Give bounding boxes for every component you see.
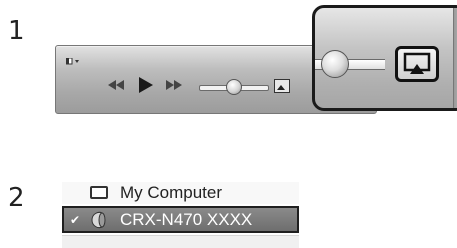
step-number-2: 2 — [8, 183, 25, 213]
speaker-list: My Computer ✔ CRX-N470 XXXX — [62, 182, 299, 248]
speaker-item-partial — [62, 235, 299, 248]
speaker-icon — [91, 211, 106, 229]
rewind-icon[interactable] — [108, 80, 124, 90]
step-number-1: 1 — [8, 16, 25, 46]
play-icon[interactable] — [139, 77, 153, 93]
airplay-icon[interactable] — [274, 79, 290, 93]
speaker-item-label: CRX-N470 XXXX — [120, 210, 253, 229]
volume-slider-knob[interactable] — [226, 79, 242, 95]
monitor-icon — [90, 186, 108, 199]
volume-slider-knob-zoomed — [321, 50, 349, 78]
airplay-button-zoomed[interactable] — [395, 46, 439, 82]
view-menu-icon[interactable] — [66, 58, 80, 66]
speaker-item-my-computer[interactable]: My Computer — [62, 182, 299, 204]
zoom-callout — [312, 5, 457, 111]
airplay-icon — [403, 52, 431, 74]
checkmark-icon: ✔ — [70, 213, 81, 227]
speaker-item-label: My Computer — [120, 183, 223, 202]
speaker-item-crx-n470[interactable]: ✔ CRX-N470 XXXX — [62, 206, 299, 233]
fast-forward-icon[interactable] — [166, 80, 182, 90]
callout-edge — [453, 8, 457, 108]
